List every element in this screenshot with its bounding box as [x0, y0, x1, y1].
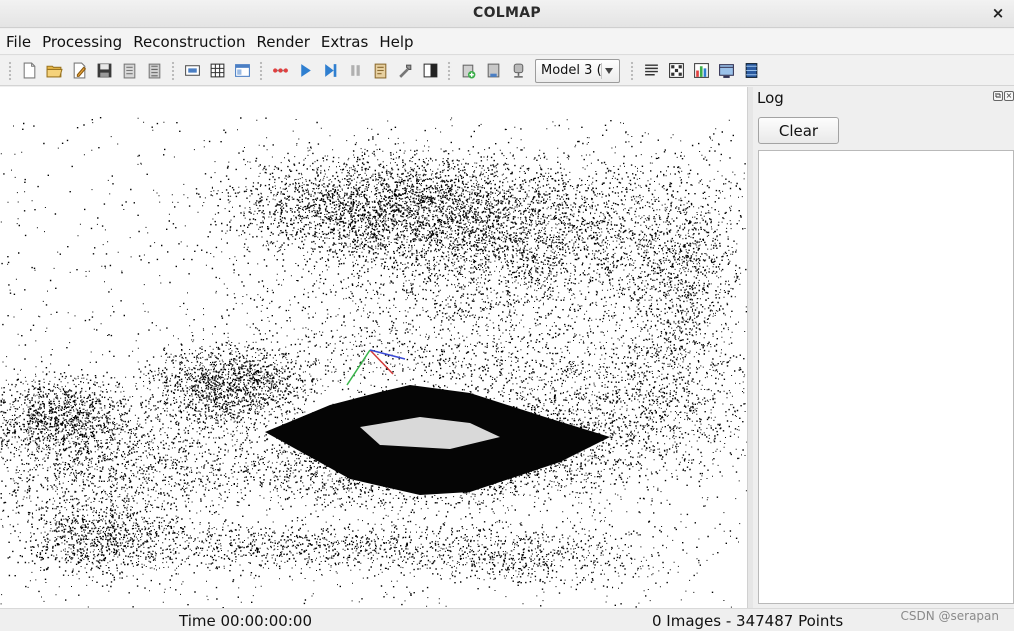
status-bar: Time 00:00:00:00 0 Images - 347487 Point… [0, 608, 1014, 631]
menu-help[interactable]: Help [375, 30, 420, 54]
start-reconstruction-button[interactable] [295, 60, 317, 82]
render-options-button[interactable] [458, 60, 480, 82]
title-bar: COLMAP × [0, 0, 1014, 28]
export-model-button[interactable] [144, 60, 166, 82]
open-project-icon [46, 65, 63, 78]
feature-matching-button[interactable] [207, 60, 229, 82]
export-model-icon [148, 63, 161, 79]
dock-float-button[interactable]: ⧉ [993, 91, 1003, 101]
main-toolbar: Model 3 ( [0, 56, 1014, 86]
bundle-adjustment-button[interactable] [395, 60, 417, 82]
edit-project-button[interactable] [69, 60, 91, 82]
new-project-button[interactable] [19, 60, 41, 82]
render-options-icon [462, 64, 476, 79]
reset-view-button[interactable] [483, 60, 505, 82]
film-icon [745, 63, 758, 78]
window-title: COLMAP [473, 5, 541, 21]
model-viewer[interactable] [0, 87, 747, 608]
menu-reconstruction[interactable]: Reconstruction [129, 30, 252, 54]
step-reconstruction-icon [325, 64, 337, 77]
close-window-button[interactable]: × [990, 3, 1006, 23]
toolbar-grip[interactable] [171, 60, 176, 81]
edit-project-icon [73, 62, 87, 79]
point-cloud-points [0, 117, 747, 608]
import-model-button[interactable] [119, 60, 141, 82]
reconstruction-options-button[interactable] [370, 60, 392, 82]
film-button[interactable] [741, 60, 763, 82]
reconstruction-options-icon [374, 63, 387, 79]
log-text-area[interactable] [758, 150, 1014, 604]
window-icon [719, 64, 734, 78]
save-project-icon [97, 63, 112, 78]
toolbar-grip[interactable] [8, 60, 13, 81]
point-cloud-canvas[interactable] [0, 87, 747, 608]
status-point-count: 0 Images - 347487 Points [652, 612, 844, 630]
dense-reconstruction-button[interactable] [420, 60, 442, 82]
step-reconstruction-button[interactable] [320, 60, 342, 82]
start-reconstruction-icon [301, 64, 311, 77]
menu-processing[interactable]: Processing [38, 30, 129, 54]
automatic-reconstruction-button[interactable] [270, 60, 292, 82]
model-select-value: Model 3 ( [541, 63, 602, 78]
log-title: Log [757, 89, 784, 107]
match-matrix-icon [669, 63, 684, 78]
watermark: CSDN @serapan [900, 609, 999, 623]
feature-matching-icon [210, 63, 225, 78]
log-panel: Log ⧉ × Clear [753, 87, 1014, 608]
dock-close-button[interactable]: × [1004, 91, 1014, 101]
pause-reconstruction-icon [351, 65, 360, 76]
feature-extraction-button[interactable] [182, 60, 204, 82]
camera-button[interactable] [508, 60, 530, 82]
log-icon [694, 63, 709, 78]
new-project-icon [23, 62, 36, 79]
feature-extraction-icon [185, 65, 200, 76]
window-button[interactable] [716, 60, 738, 82]
model-select[interactable]: Model 3 ( [535, 58, 620, 83]
log-button[interactable] [691, 60, 713, 82]
status-time: Time 00:00:00:00 [179, 612, 312, 630]
toolbar-grip[interactable] [259, 60, 264, 81]
menu-bar: File Processing Reconstruction Render Ex… [0, 29, 1014, 55]
automatic-reconstruction-icon [273, 68, 288, 73]
open-project-button[interactable] [44, 60, 66, 82]
database-management-icon [235, 64, 250, 77]
bundle-adjustment-icon [399, 64, 412, 78]
import-model-icon [123, 63, 136, 79]
pause-reconstruction-button[interactable] [345, 60, 367, 82]
dock-buttons: ⧉ × [993, 91, 1014, 101]
database-management-button[interactable] [232, 60, 254, 82]
toolbar-grip[interactable] [447, 60, 452, 81]
match-matrix-button[interactable] [666, 60, 688, 82]
dense-reconstruction-icon [423, 63, 438, 78]
menu-extras[interactable]: Extras [317, 30, 375, 54]
reconstruction-stats-button[interactable] [641, 60, 663, 82]
camera-icon [513, 63, 524, 78]
menu-file[interactable]: File [2, 30, 38, 54]
clear-log-button[interactable]: Clear [758, 117, 839, 144]
toolbar-grip[interactable] [630, 60, 635, 81]
menu-render[interactable]: Render [252, 30, 316, 54]
save-project-button[interactable] [94, 60, 116, 82]
reconstruction-stats-icon [645, 64, 658, 76]
reset-view-icon [487, 63, 500, 78]
chevron-down-icon [601, 62, 615, 79]
